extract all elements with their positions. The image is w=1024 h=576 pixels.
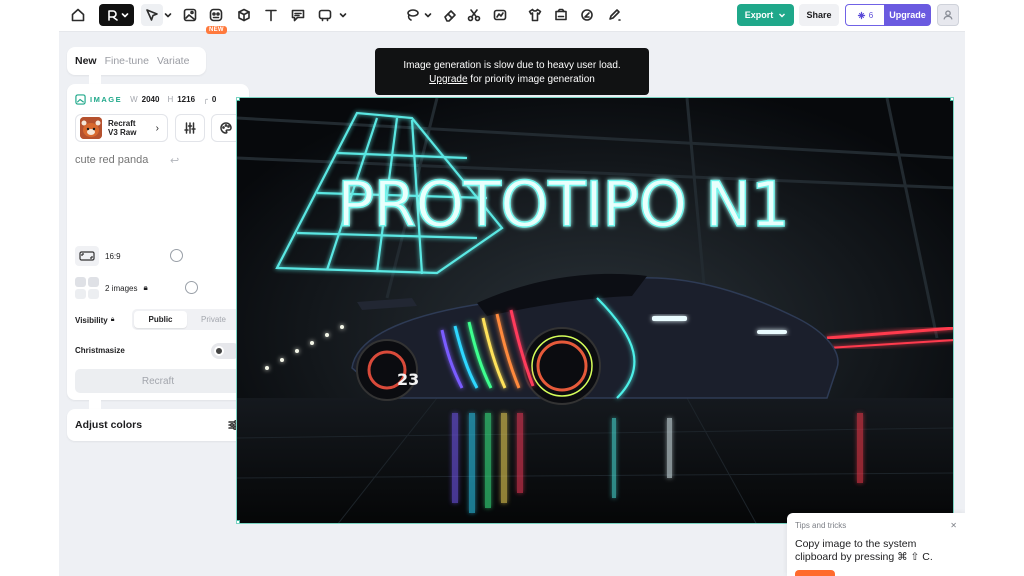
mockup-edit-icon[interactable] bbox=[550, 4, 572, 26]
tips-body-line-2: clipboard by pressing ⌘ ⇧ C. bbox=[795, 551, 933, 563]
credits-counter[interactable]: 6 bbox=[845, 4, 885, 26]
chevron-down-icon[interactable] bbox=[163, 4, 173, 26]
close-icon[interactable]: ✕ bbox=[950, 521, 957, 530]
eraser-icon[interactable] bbox=[439, 4, 461, 26]
load-notice-toast: Image generation is slow due to heavy us… bbox=[375, 48, 649, 95]
tips-title: Tips and tricks bbox=[795, 521, 847, 530]
visibility-row: Visibility 🔒︎ Public Private bbox=[75, 309, 242, 331]
chevron-down-icon[interactable] bbox=[338, 4, 348, 26]
enter-return-icon: ↩ bbox=[170, 155, 180, 167]
image-count-value: 2 images bbox=[105, 283, 138, 293]
red-panda-thumbnail bbox=[80, 117, 102, 139]
brand-style-button[interactable] bbox=[99, 4, 134, 26]
lock-icon: 🔒︎ bbox=[143, 283, 148, 292]
resize-handle[interactable] bbox=[950, 98, 953, 101]
width-field[interactable]: 2040 bbox=[142, 95, 160, 104]
aspect-ratio-icon bbox=[75, 246, 99, 266]
car-number: 23 bbox=[397, 370, 419, 389]
image-size-row: IMAGE W 2040 H 1216 ╭ 0 bbox=[75, 94, 216, 105]
brand-style-icon bbox=[107, 10, 118, 21]
sparkle-icon bbox=[857, 11, 865, 19]
model-name: Recraft bbox=[108, 119, 136, 128]
christmasize-label: Christmasize bbox=[75, 345, 125, 355]
image-icon bbox=[75, 94, 86, 105]
headline-text: PROTOTIPO N1 bbox=[337, 168, 789, 241]
palette-icon bbox=[220, 122, 232, 134]
lock-icon: 🔒︎ bbox=[110, 316, 115, 323]
aspect-ratio-radio[interactable] bbox=[170, 249, 183, 262]
new-badge: NEW bbox=[206, 26, 227, 34]
image-count-row[interactable]: 2 images 🔒︎ bbox=[75, 277, 241, 299]
mockup-icon[interactable] bbox=[233, 4, 255, 26]
generate-icon[interactable] bbox=[205, 4, 227, 26]
adjust-colors-label: Adjust colors bbox=[75, 419, 143, 431]
edit-area-icon[interactable] bbox=[604, 4, 626, 26]
aspect-ratio-row[interactable]: 16:9 bbox=[75, 245, 241, 267]
tips-and-tricks-popup: Tips and tricks ✕ Copy image to the syst… bbox=[787, 513, 965, 576]
christmasize-row: Christmasize bbox=[75, 340, 241, 360]
panel-connector bbox=[89, 400, 101, 409]
model-selector[interactable]: Recraft V3 Raw › bbox=[75, 114, 168, 142]
avatar[interactable] bbox=[937, 4, 959, 26]
visibility-toggle: Public Private bbox=[132, 309, 242, 330]
home-icon[interactable] bbox=[67, 4, 89, 26]
generated-image: PROTOTIPO N1 23 bbox=[237, 98, 953, 523]
panel-connector bbox=[89, 75, 101, 84]
model-version: V3 Raw bbox=[108, 128, 137, 137]
upgrade-button[interactable]: Upgrade bbox=[884, 4, 931, 26]
prompt-input[interactable] bbox=[75, 154, 241, 244]
mode-tabs: New Fine-tune Variate bbox=[67, 47, 206, 75]
height-field[interactable]: 1216 bbox=[177, 95, 195, 104]
tab-new[interactable]: New bbox=[75, 55, 97, 67]
share-button[interactable]: Share bbox=[799, 4, 839, 26]
corner-icon: ╭ bbox=[203, 95, 208, 104]
tips-action-button[interactable] bbox=[795, 570, 835, 576]
chevron-down-icon bbox=[121, 13, 128, 18]
user-icon bbox=[943, 10, 953, 20]
image-count-radio[interactable] bbox=[185, 281, 198, 294]
image-grid-icon bbox=[75, 277, 99, 299]
chevron-down-icon bbox=[779, 13, 786, 18]
notice-upgrade-link[interactable]: Upgrade bbox=[429, 74, 467, 85]
chevron-right-icon: › bbox=[155, 122, 159, 134]
front-wheel bbox=[523, 327, 601, 405]
shirt-icon[interactable] bbox=[524, 4, 546, 26]
tips-body-line-1: Copy image to the system bbox=[795, 538, 917, 550]
image-type-label[interactable]: IMAGE bbox=[90, 95, 122, 104]
tab-variate[interactable]: Variate bbox=[157, 55, 190, 67]
top-toolbar: NEW Export Share 6 Upgrade bbox=[59, 0, 965, 34]
adjust-colors-panel[interactable]: Adjust colors bbox=[67, 409, 249, 441]
scissors-icon[interactable] bbox=[463, 4, 485, 26]
generation-settings-panel: IMAGE W 2040 H 1216 ╭ 0 Recraft V3 Raw ›… bbox=[67, 84, 249, 400]
settings-sliders-button[interactable] bbox=[175, 114, 205, 142]
image-icon[interactable] bbox=[179, 4, 201, 26]
resize-handle[interactable] bbox=[237, 520, 240, 523]
magic-icon[interactable] bbox=[576, 4, 598, 26]
notice-line-2: for priority image generation bbox=[467, 74, 595, 85]
export-button[interactable]: Export bbox=[737, 4, 794, 26]
frame-icon[interactable] bbox=[314, 4, 336, 26]
resize-handle[interactable] bbox=[237, 98, 240, 101]
notice-line-1: Image generation is slow due to heavy us… bbox=[403, 60, 621, 71]
recraft-app: NEW Export Share 6 Upgrade New Fine-tune… bbox=[59, 0, 965, 576]
recraft-button[interactable]: Recraft bbox=[75, 369, 241, 393]
vectorize-icon[interactable] bbox=[489, 4, 511, 26]
chevron-down-icon[interactable] bbox=[423, 4, 433, 26]
aspect-ratio-value: 16:9 bbox=[105, 251, 121, 261]
canvas-image[interactable]: PROTOTIPO N1 23 bbox=[236, 97, 954, 524]
sliders-icon bbox=[184, 122, 196, 134]
corner-field[interactable]: 0 bbox=[212, 95, 216, 104]
select-arrow-icon[interactable] bbox=[141, 4, 163, 26]
text-icon[interactable] bbox=[260, 4, 282, 26]
visibility-private-option[interactable]: Private bbox=[187, 311, 240, 328]
visibility-label: Visibility bbox=[75, 315, 108, 325]
comment-icon[interactable] bbox=[287, 4, 309, 26]
visibility-public-option[interactable]: Public bbox=[134, 311, 187, 328]
tab-fine-tune[interactable]: Fine-tune bbox=[105, 55, 149, 67]
lasso-icon[interactable] bbox=[401, 4, 423, 26]
